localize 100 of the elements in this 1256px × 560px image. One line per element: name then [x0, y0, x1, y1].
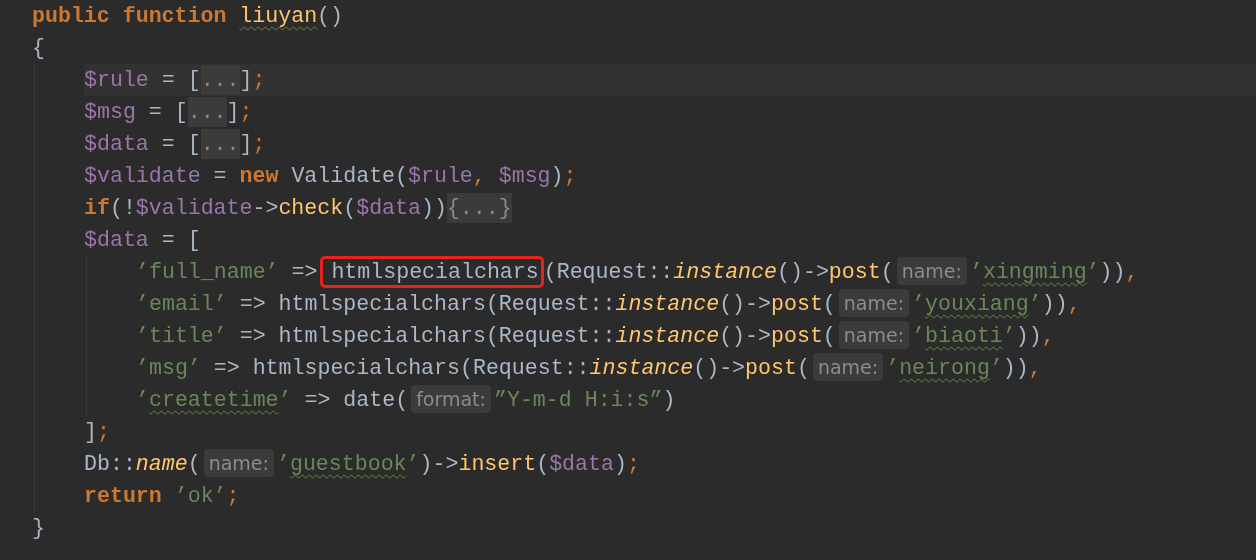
code-string: ’: [276, 451, 290, 478]
code-text: (: [343, 195, 357, 222]
code-text: (Request::: [543, 259, 674, 286]
code-text: => date(: [303, 387, 409, 414]
code-punctuation: ,: [1067, 291, 1081, 318]
code-variable: $data: [549, 451, 614, 478]
code-string: ’: [1086, 259, 1100, 286]
code-text: = [: [160, 227, 201, 254]
code-string: ’: [912, 323, 926, 350]
code-punctuation: ,: [1028, 355, 1042, 382]
code-keyword: new: [239, 163, 279, 190]
code-punctuation: ;: [226, 483, 240, 510]
code-string: ’: [136, 387, 149, 414]
code-string: biaoti: [925, 323, 1003, 350]
parameter-hint: name:: [812, 353, 884, 381]
code-text: (: [880, 259, 894, 286]
code-punctuation: ;: [96, 419, 110, 446]
code-text: (: [796, 355, 810, 382]
code-text: (: [536, 451, 550, 478]
code-punctuation: ;: [252, 131, 266, 158]
code-text: ]: [84, 419, 97, 446]
code-variable: $msg: [84, 99, 136, 126]
code-punctuation: ,: [1041, 323, 1055, 350]
code-text: =>: [290, 259, 319, 286]
code-method: instance: [589, 355, 694, 382]
folded-code[interactable]: ...: [200, 129, 240, 159]
folded-code[interactable]: {...}: [446, 193, 512, 223]
code-text: Db::: [84, 451, 136, 478]
code-text: )): [1015, 323, 1042, 350]
parameter-hint: format:: [411, 385, 491, 413]
code-text: }: [32, 515, 45, 542]
highlighted-code: htmlspecialchars: [320, 256, 544, 288]
folded-code[interactable]: ...: [200, 65, 240, 95]
code-text: ()->: [719, 291, 771, 318]
code-string: youxiang: [925, 291, 1029, 318]
parameter-hint: name:: [838, 321, 910, 349]
code-string: ’: [989, 355, 1003, 382]
code-keyword: if: [84, 195, 110, 222]
code-string: neirong: [899, 355, 990, 382]
code-method: name: [135, 451, 188, 478]
code-function: insert: [458, 451, 537, 478]
code-string: ’full_name’: [136, 259, 279, 286]
code-text: ()->: [693, 355, 746, 382]
code-punctuation: ,: [472, 163, 487, 190]
code-variable: $data: [84, 131, 149, 158]
code-punctuation: ;: [252, 67, 266, 94]
code-text: )): [1099, 259, 1126, 286]
code-variable: $validate: [135, 195, 253, 222]
code-text: (: [822, 291, 836, 318]
code-string: ’: [406, 451, 420, 478]
code-method: instance: [673, 259, 777, 286]
folded-code[interactable]: ...: [187, 97, 227, 127]
code-text: ->: [252, 195, 279, 222]
code-text: ]: [226, 99, 240, 126]
code-text: (!: [109, 195, 136, 222]
code-text: ): [613, 451, 627, 478]
code-text: (): [317, 3, 344, 30]
code-variable: $rule: [408, 163, 473, 190]
code-punctuation: ,: [1125, 259, 1139, 286]
code-text: => htmlspecialchars(Request::: [238, 323, 616, 350]
code-text: ]: [239, 67, 253, 94]
code-function: post: [771, 291, 823, 318]
code-function: liuyan: [239, 3, 318, 30]
code-function: post: [745, 355, 797, 382]
code-text: ): [550, 163, 564, 190]
code-string: guestbook: [289, 451, 407, 478]
code-punctuation: ;: [239, 99, 253, 126]
code-string: ’: [912, 291, 926, 318]
code-variable: $data: [356, 195, 421, 222]
code-text: )): [1002, 355, 1029, 382]
code-function: post: [771, 323, 823, 350]
code-method: instance: [615, 323, 720, 350]
code-keyword: return: [84, 483, 163, 510]
code-string: ’email’: [136, 291, 227, 318]
code-string: ’: [278, 387, 292, 414]
code-text: = [: [160, 131, 201, 158]
code-text: ]: [239, 131, 253, 158]
code-function: check: [278, 195, 344, 222]
code-text: )): [1041, 291, 1068, 318]
parameter-hint: name:: [896, 257, 967, 285]
code-text: (: [822, 323, 836, 350]
code-text: ()->: [719, 323, 771, 350]
code-variable: $msg: [498, 163, 551, 190]
code-string: ”Y-m-d H:i:s”: [493, 387, 663, 414]
code-string: ’title’: [136, 323, 227, 350]
parameter-hint: name:: [203, 449, 274, 477]
code-string: createtime: [148, 387, 279, 414]
code-string: ’: [886, 355, 900, 382]
code-text: ): [662, 387, 676, 414]
code-string: ’: [1028, 291, 1042, 318]
code-method: instance: [615, 291, 720, 318]
code-punctuation: ;: [626, 451, 640, 478]
code-text: )->: [419, 451, 459, 478]
code-variable: $rule: [84, 67, 149, 94]
code-variable: $validate: [84, 163, 201, 190]
code-text: (: [187, 451, 201, 478]
code-variable: $data: [84, 227, 149, 254]
code-string: ’msg’: [136, 355, 201, 382]
code-keyword: public function: [32, 3, 228, 30]
code-string: ’ok’: [174, 483, 227, 510]
